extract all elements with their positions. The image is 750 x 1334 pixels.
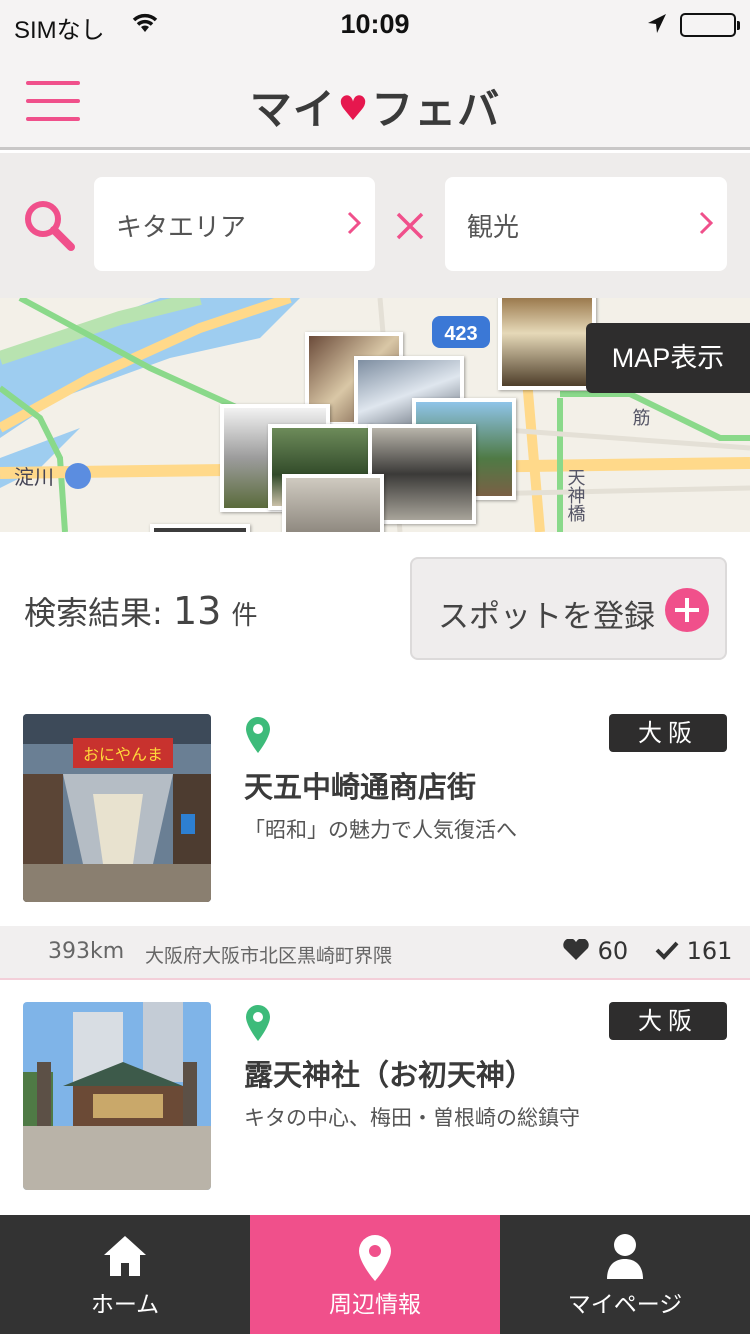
chevron-right-icon — [347, 211, 362, 239]
map-preview[interactable]: 423 淀川 筋 天神橋 MAP表示 — [0, 298, 750, 532]
heart-icon — [563, 938, 589, 960]
battery-icon — [680, 13, 740, 37]
spot-catchphrase: キタの中心、梅田・曽根崎の総鎮守 — [244, 1106, 580, 1130]
tab-home[interactable]: ホーム — [0, 1215, 250, 1334]
tab-home-label: ホーム — [90, 1292, 160, 1318]
map-view-button[interactable]: MAP表示 — [586, 323, 750, 393]
check-icon — [655, 941, 679, 960]
spot-card[interactable]: おにやんま 大阪 天五中崎通商店街 「昭和」の魅力で人気復活へ 393km 大阪… — [0, 692, 750, 980]
spot-name: 天五中崎通商店街 — [244, 770, 477, 804]
svg-text:おにやんま: おにやんま — [83, 745, 163, 764]
svg-text:天神橋: 天神橋 — [565, 468, 586, 523]
plus-icon — [665, 588, 709, 632]
tab-nearby-label: 周辺情報 — [329, 1292, 421, 1318]
map-photo-marker[interactable] — [368, 424, 476, 524]
results-bar: 検索結果: 13 件 スポットを登録 — [0, 532, 750, 692]
map-photo-marker[interactable] — [282, 474, 384, 532]
status-time: 10:09 — [340, 9, 410, 39]
spot-catchphrase: 「昭和」の魅力で人気復活へ — [244, 818, 517, 842]
result-count-number: 13 — [172, 589, 222, 633]
map-photo-marker[interactable] — [498, 298, 596, 390]
svg-text:423: 423 — [444, 323, 477, 345]
area-select-value: キタエリア — [116, 213, 247, 243]
spot-thumbnail: おにやんま — [23, 714, 211, 902]
location-pin-icon — [244, 1004, 272, 1046]
tab-mypage[interactable]: マイページ — [500, 1215, 750, 1334]
tab-mypage-label: マイページ — [567, 1292, 683, 1318]
chevron-right-icon — [699, 211, 714, 239]
location-pin-icon — [250, 1233, 500, 1287]
result-count: 検索結果: 13 件 — [24, 588, 258, 634]
map-photo-marker[interactable] — [150, 524, 250, 532]
like-count-value: 60 — [597, 937, 629, 965]
checkin-count-value: 161 — [686, 937, 733, 965]
search-icon[interactable] — [22, 198, 76, 256]
nav-bar: マイ♥フェバ — [0, 52, 750, 150]
checkin-count[interactable]: 161 — [655, 937, 732, 965]
location-arrow-icon — [646, 12, 668, 40]
spot-meta-bar: 393km 大阪府大阪市北区黒崎町界隈 60 161 — [0, 926, 750, 980]
result-count-unit: 件 — [231, 601, 258, 631]
region-badge: 大阪 — [609, 1002, 727, 1040]
spot-card[interactable]: 大阪 露天神社（お初天神） キタの中心、梅田・曽根崎の総鎮守 — [0, 980, 750, 1215]
area-select[interactable]: キタエリア — [94, 177, 375, 271]
category-select-value: 観光 — [467, 213, 520, 243]
register-spot-label: スポットを登録 — [438, 599, 655, 635]
register-spot-button[interactable]: スポットを登録 — [410, 557, 727, 660]
result-count-label: 検索結果: — [24, 594, 163, 632]
location-pin-icon — [244, 716, 272, 758]
tab-bar: ホーム 周辺情報 マイページ — [0, 1215, 750, 1334]
svg-text:筋: 筋 — [630, 408, 651, 427]
status-bar: SIMなし 10:09 — [0, 0, 750, 52]
home-icon — [0, 1233, 250, 1283]
region-badge: 大阪 — [609, 714, 727, 752]
spot-address: 大阪府大阪市北区黒崎町界隈 — [145, 945, 393, 967]
app-logo: マイ♥フェバ — [0, 76, 750, 137]
heart-logo-icon: ♥ — [337, 89, 370, 129]
svg-text:淀川: 淀川 — [14, 465, 54, 489]
logo-text-right: フェバ — [371, 85, 501, 134]
category-select[interactable]: 観光 — [445, 177, 727, 271]
spot-name: 露天神社（お初天神） — [244, 1058, 535, 1092]
person-icon — [500, 1233, 750, 1285]
tab-nearby[interactable]: 周辺情報 — [250, 1215, 500, 1334]
search-filter-bar: キタエリア 観光 — [0, 153, 750, 298]
cross-icon — [395, 211, 425, 245]
logo-text-left: マイ — [249, 85, 336, 134]
like-count[interactable]: 60 — [562, 937, 628, 965]
spot-thumbnail — [23, 1002, 211, 1190]
spot-distance: 393km — [48, 939, 125, 964]
